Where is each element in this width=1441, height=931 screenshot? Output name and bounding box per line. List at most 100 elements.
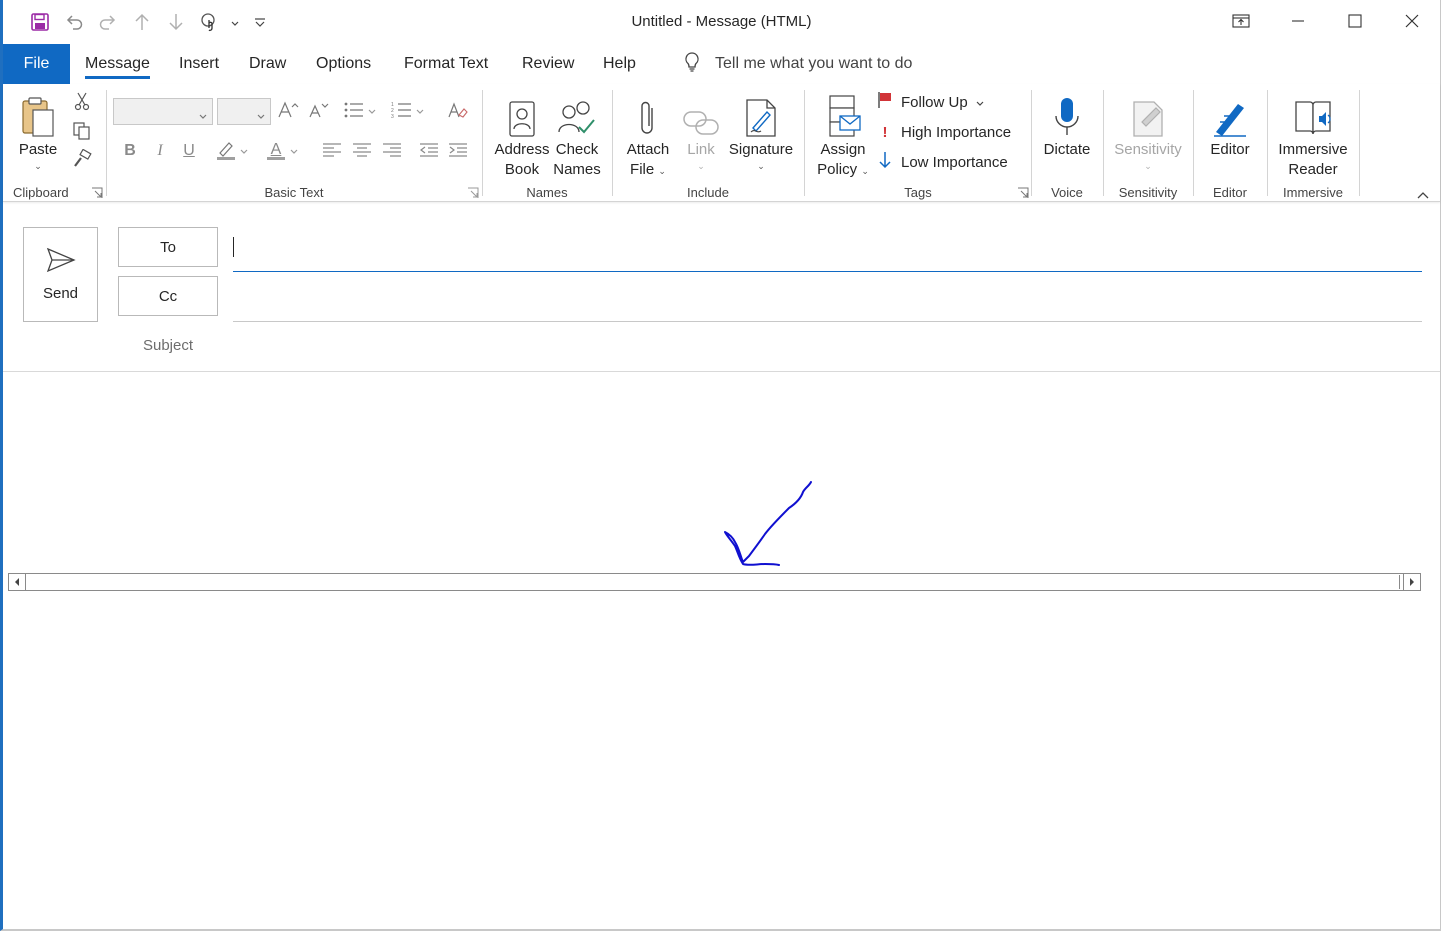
- attach-label-2-text: File: [630, 161, 655, 178]
- immersive-reader-button[interactable]: Immersive Reader: [1274, 88, 1352, 180]
- cc-button[interactable]: Cc: [118, 276, 218, 316]
- scrollbar-track[interactable]: [26, 573, 1403, 591]
- tab-insert[interactable]: Insert: [179, 44, 219, 84]
- tab-message[interactable]: Message: [85, 44, 150, 84]
- bullet-list-icon: [343, 101, 365, 122]
- bullets-button[interactable]: [341, 99, 367, 123]
- font-name-combo[interactable]: [113, 98, 213, 125]
- font-color-dropdown[interactable]: [287, 139, 301, 163]
- address-book-button[interactable]: Address Book: [493, 88, 551, 180]
- check-names-button[interactable]: Check Names: [551, 88, 603, 180]
- arrow-left-icon: [13, 574, 21, 590]
- check-names-label-1: Check: [555, 141, 599, 158]
- tab-draw[interactable]: Draw: [249, 44, 286, 84]
- previous-item-button[interactable]: [125, 10, 159, 36]
- editor-button[interactable]: Editor: [1202, 88, 1258, 160]
- tags-group-label: Tags: [904, 185, 932, 200]
- customize-qat-button[interactable]: [243, 10, 277, 36]
- link-icon: [682, 88, 720, 138]
- format-painter-button[interactable]: [69, 148, 95, 172]
- link-button[interactable]: Link ⌄: [679, 88, 723, 172]
- assign-policy-button[interactable]: Assign Policy ⌄: [813, 88, 873, 180]
- tell-me-search[interactable]: Tell me what you want to do: [683, 44, 912, 84]
- basic-text-dialog-launcher[interactable]: [467, 186, 479, 198]
- tab-help[interactable]: Help: [603, 44, 636, 84]
- ink-checkmark-drawing: [715, 478, 825, 576]
- align-center-icon: [352, 142, 372, 161]
- copy-button[interactable]: [69, 120, 95, 144]
- underline-button[interactable]: U: [176, 139, 202, 163]
- highlight-dropdown[interactable]: [237, 139, 251, 163]
- tab-review[interactable]: Review: [522, 44, 574, 84]
- clear-formatting-button[interactable]: [445, 99, 471, 123]
- clipboard-dialog-launcher[interactable]: [91, 186, 103, 198]
- tab-format-text[interactable]: Format Text: [404, 44, 488, 84]
- follow-up-button[interactable]: Follow Up: [877, 90, 984, 114]
- attach-file-button[interactable]: Attach File ⌄: [621, 88, 675, 180]
- outlook-message-window: Untitled - Message (HTML) File Message I…: [0, 0, 1441, 931]
- tab-file[interactable]: File: [3, 44, 70, 84]
- italic-button[interactable]: I: [147, 139, 173, 163]
- font-color-label: A: [270, 140, 282, 158]
- font-size-combo[interactable]: [217, 98, 271, 125]
- decrease-indent-button[interactable]: [416, 139, 442, 163]
- bold-button[interactable]: B: [117, 139, 143, 163]
- high-importance-label: High Importance: [901, 123, 1012, 141]
- align-left-button[interactable]: [319, 139, 345, 163]
- message-body[interactable]: [3, 372, 1439, 927]
- ribbon-display-options-button[interactable]: [1212, 0, 1269, 44]
- tags-dialog-launcher[interactable]: [1017, 186, 1029, 198]
- numbering-button[interactable]: 123: [389, 99, 415, 123]
- save-button[interactable]: [23, 10, 57, 36]
- font-color-button[interactable]: A: [263, 139, 289, 163]
- flag-icon: [877, 91, 893, 113]
- undo-button[interactable]: [57, 10, 91, 36]
- scroll-right-button[interactable]: [1403, 573, 1421, 591]
- send-button[interactable]: Send: [23, 227, 98, 322]
- scrollbar-thumb[interactable]: [27, 575, 1400, 589]
- clear-formatting-icon: [447, 101, 469, 122]
- low-importance-button[interactable]: Low Importance: [877, 150, 1008, 174]
- shrink-font-button[interactable]: [305, 99, 331, 123]
- chevron-down-icon: ⌄: [34, 161, 42, 171]
- close-button[interactable]: [1383, 0, 1440, 44]
- touch-mode-button[interactable]: [193, 10, 227, 36]
- highlight-button[interactable]: [213, 139, 239, 163]
- sensitivity-button[interactable]: Sensitivity ⌄: [1110, 88, 1186, 172]
- subject-field[interactable]: [233, 331, 1422, 359]
- collapse-ribbon-button[interactable]: [1416, 187, 1432, 199]
- dictate-button[interactable]: Dictate: [1038, 88, 1096, 160]
- cut-button[interactable]: [69, 90, 95, 114]
- align-right-button[interactable]: [379, 139, 405, 163]
- minimize-button[interactable]: [1269, 0, 1326, 44]
- increase-indent-button[interactable]: [445, 139, 471, 163]
- maximize-button[interactable]: [1326, 0, 1383, 44]
- link-label: Link: [687, 141, 715, 158]
- immersive-group-label: Immersive: [1283, 185, 1343, 200]
- cc-field[interactable]: [233, 282, 1422, 310]
- dictate-label: Dictate: [1043, 141, 1091, 158]
- align-right-icon: [382, 142, 402, 161]
- basic-text-group: 123 B I U A Basic Text: [107, 84, 481, 202]
- to-field[interactable]: [233, 233, 1422, 261]
- high-importance-button[interactable]: ! High Importance: [877, 120, 1012, 144]
- tab-options[interactable]: Options: [316, 44, 371, 84]
- to-button[interactable]: To: [118, 227, 218, 267]
- quick-access-toolbar: [23, 10, 277, 36]
- decrease-indent-icon: [419, 142, 439, 161]
- scroll-left-button[interactable]: [8, 573, 26, 591]
- paste-button[interactable]: Paste ⌄: [17, 88, 59, 172]
- voice-group-label: Voice: [1051, 185, 1083, 200]
- horizontal-scrollbar[interactable]: [8, 573, 1421, 591]
- copy-icon: [72, 121, 92, 144]
- italic-label: I: [157, 142, 163, 159]
- chevron-down-icon: ⌄: [1144, 161, 1152, 171]
- bullets-dropdown[interactable]: [365, 99, 379, 123]
- numbering-dropdown[interactable]: [413, 99, 427, 123]
- grow-font-button[interactable]: [275, 99, 301, 123]
- align-center-button[interactable]: [349, 139, 375, 163]
- touch-mode-dropdown[interactable]: [227, 10, 243, 36]
- signature-button[interactable]: Signature ⌄: [725, 88, 797, 172]
- redo-button[interactable]: [91, 10, 125, 36]
- next-item-button[interactable]: [159, 10, 193, 36]
